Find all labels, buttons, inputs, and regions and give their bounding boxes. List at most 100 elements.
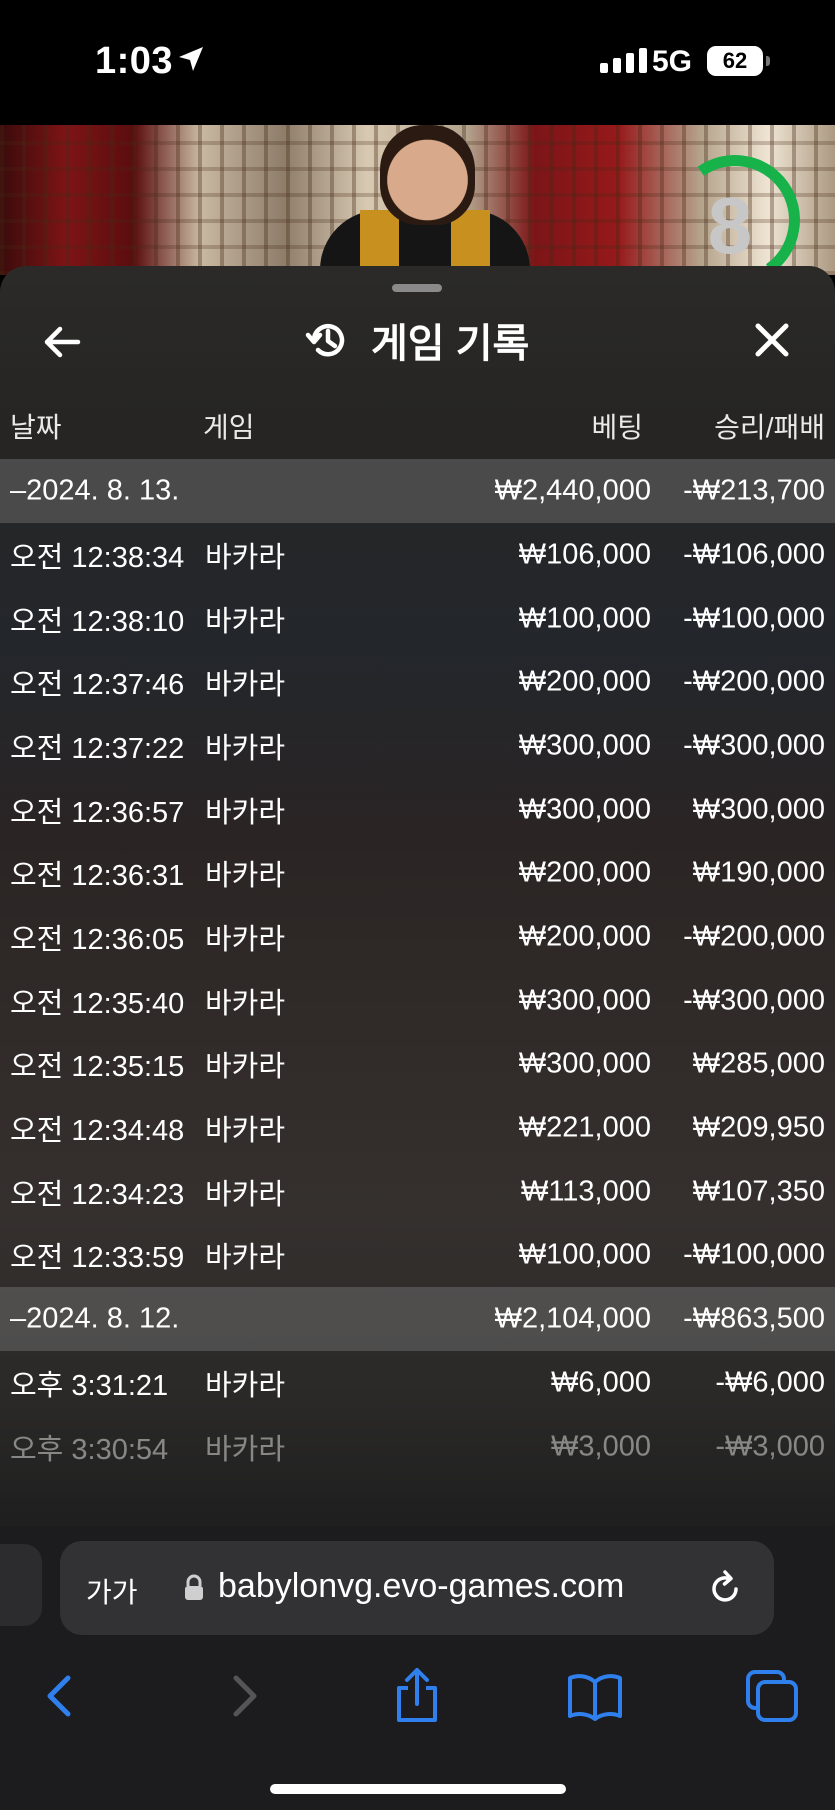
row-result: ₩300,000 [692,793,825,826]
row-time: 오전 12:36:31 [10,860,185,893]
history-icon [305,323,345,357]
row-time: 오후 3:30:54 [10,1433,169,1466]
row-result: ₩285,000 [692,1047,825,1080]
table-row[interactable]: 오전 12:38:34 바카라 ₩106,000 -₩106,000 [0,523,835,587]
row-time: 오후 3:31:21 [10,1370,169,1403]
row-time: 오전 12:37:22 [10,732,185,765]
reload-icon[interactable] [706,1569,746,1609]
group-bet-total: ₩2,104,000 [494,1302,651,1335]
table-row[interactable]: 오전 12:34:48 바카라 ₩221,000 ₩209,950 [0,1096,835,1160]
table-row[interactable]: 오전 12:34:23 바카라 ₩113,000 ₩107,350 [0,1160,835,1224]
bookmarks-icon[interactable] [565,1666,625,1726]
browser-chrome: 가가 babylonvg.evo-games.com [0,1526,835,1810]
row-bet: ₩300,000 [518,793,651,826]
row-bet: ₩200,000 [518,665,651,698]
home-indicator[interactable] [270,1784,566,1794]
row-time: 오전 12:33:59 [10,1242,185,1275]
row-result: ₩209,950 [692,1111,825,1144]
table-row[interactable]: 오전 12:37:22 바카라 ₩300,000 -₩300,000 [0,714,835,778]
sheet-title: 게임 기록 [371,322,530,366]
row-result: -₩106,000 [683,538,825,571]
row-time: 오전 12:38:10 [10,605,185,638]
sheet-grabber[interactable] [392,284,442,292]
row-result: -₩100,000 [683,602,825,635]
share-icon[interactable] [387,1666,447,1726]
close-icon[interactable] [750,318,794,362]
group-result-total: -₩863,500 [683,1302,825,1335]
row-game: 바카라 [205,1115,286,1148]
row-time: 오전 12:36:57 [10,796,185,829]
row-bet: ₩100,000 [518,1238,651,1271]
row-time: 오전 12:35:15 [10,1051,185,1084]
row-result: -₩200,000 [683,920,825,953]
row-result: -₩3,000 [715,1430,825,1463]
group-date: –2024. 8. 13. [10,474,180,507]
column-header-game: 게임 [203,412,255,443]
back-arrow-icon[interactable] [40,320,84,364]
column-header-date: 날짜 [10,412,62,443]
row-result: ₩107,350 [692,1175,825,1208]
live-video: 8 [0,125,835,275]
date-group-header[interactable]: –2024. 8. 13. ₩2,440,000 -₩213,700 [0,459,835,523]
row-game: 바카라 [205,923,286,956]
row-time: 오전 12:35:40 [10,987,185,1020]
game-history-sheet: 게임 기록 날짜 게임 베팅 승리/패배 –2024. 8. 13. ₩2,44… [0,266,835,1526]
table-row[interactable]: 오전 12:36:05 바카라 ₩200,000 -₩200,000 [0,905,835,969]
url-text[interactable]: babylonvg.evo-games.com [218,1567,624,1606]
row-bet: ₩221,000 [518,1111,651,1144]
table-row[interactable]: 오전 12:36:31 바카라 ₩200,000 ₩190,000 [0,841,835,905]
group-result-total: -₩213,700 [683,474,825,507]
history-table: –2024. 8. 13. ₩2,440,000 -₩213,700 오전 12… [0,459,835,1479]
row-time: 오전 12:38:34 [10,541,185,574]
table-row[interactable]: 오전 12:36:57 바카라 ₩300,000 ₩300,000 [0,778,835,842]
row-bet: ₩6,000 [551,1366,651,1399]
row-bet: ₩113,000 [520,1175,651,1208]
row-bet: ₩100,000 [518,602,651,635]
group-date: –2024. 8. 12. [10,1302,180,1335]
row-result: -₩300,000 [683,729,825,762]
date-group-header[interactable]: –2024. 8. 12. ₩2,104,000 -₩863,500 [0,1287,835,1352]
row-game: 바카라 [205,669,286,702]
address-bar[interactable]: 가가 babylonvg.evo-games.com [60,1541,774,1635]
nav-forward-icon[interactable] [212,1666,272,1726]
row-result: -₩200,000 [683,665,825,698]
row-game: 바카라 [205,1242,286,1275]
row-bet: ₩300,000 [518,729,651,762]
table-row[interactable]: 오후 3:31:21 바카라 ₩6,000 -₩6,000 [0,1351,835,1415]
table-row[interactable]: 오후 3:30:54 바카라 ₩3,000 -₩3,000 [0,1415,835,1479]
table-row[interactable]: 오전 12:35:15 바카라 ₩300,000 ₩285,000 [0,1033,835,1097]
column-header-bet: 베팅 [591,412,643,443]
row-game: 바카라 [205,860,286,893]
row-time: 오전 12:34:23 [10,1178,185,1211]
row-time: 오전 12:37:46 [10,669,185,702]
row-game: 바카라 [205,1370,286,1403]
row-bet: ₩300,000 [518,1047,651,1080]
previous-tab-preview[interactable] [0,1544,42,1626]
text-size-button[interactable]: 가가 [86,1571,138,1611]
row-game: 바카라 [205,605,286,638]
nav-back-icon[interactable] [32,1666,92,1726]
table-row[interactable]: 오전 12:38:10 바카라 ₩100,000 -₩100,000 [0,587,835,651]
battery-indicator: 62 [707,46,770,76]
table-row[interactable]: 오전 12:33:59 바카라 ₩100,000 -₩100,000 [0,1224,835,1288]
table-row[interactable]: 오전 12:35:40 바카라 ₩300,000 -₩300,000 [0,969,835,1033]
row-game: 바카라 [205,732,286,765]
row-result: -₩6,000 [715,1366,825,1399]
row-bet: ₩3,000 [551,1430,651,1463]
lock-icon [185,1574,203,1600]
status-bar: 1:03 5G 62 [0,0,835,125]
sheet-header: 게임 기록 [305,311,529,369]
row-time: 오전 12:36:05 [10,923,185,956]
tabs-icon[interactable] [742,1666,802,1726]
row-result: -₩300,000 [683,984,825,1017]
table-row[interactable]: 오전 12:37:46 바카라 ₩200,000 -₩200,000 [0,650,835,714]
row-bet: ₩300,000 [518,984,651,1017]
row-game: 바카라 [205,541,286,574]
row-time: 오전 12:34:48 [10,1115,185,1148]
dealer-head [380,125,475,225]
column-header-result: 승리/패배 [714,412,825,443]
row-game: 바카라 [205,1178,286,1211]
location-arrow-icon [179,47,203,71]
row-game: 바카라 [205,1433,286,1466]
row-game: 바카라 [205,1051,286,1084]
